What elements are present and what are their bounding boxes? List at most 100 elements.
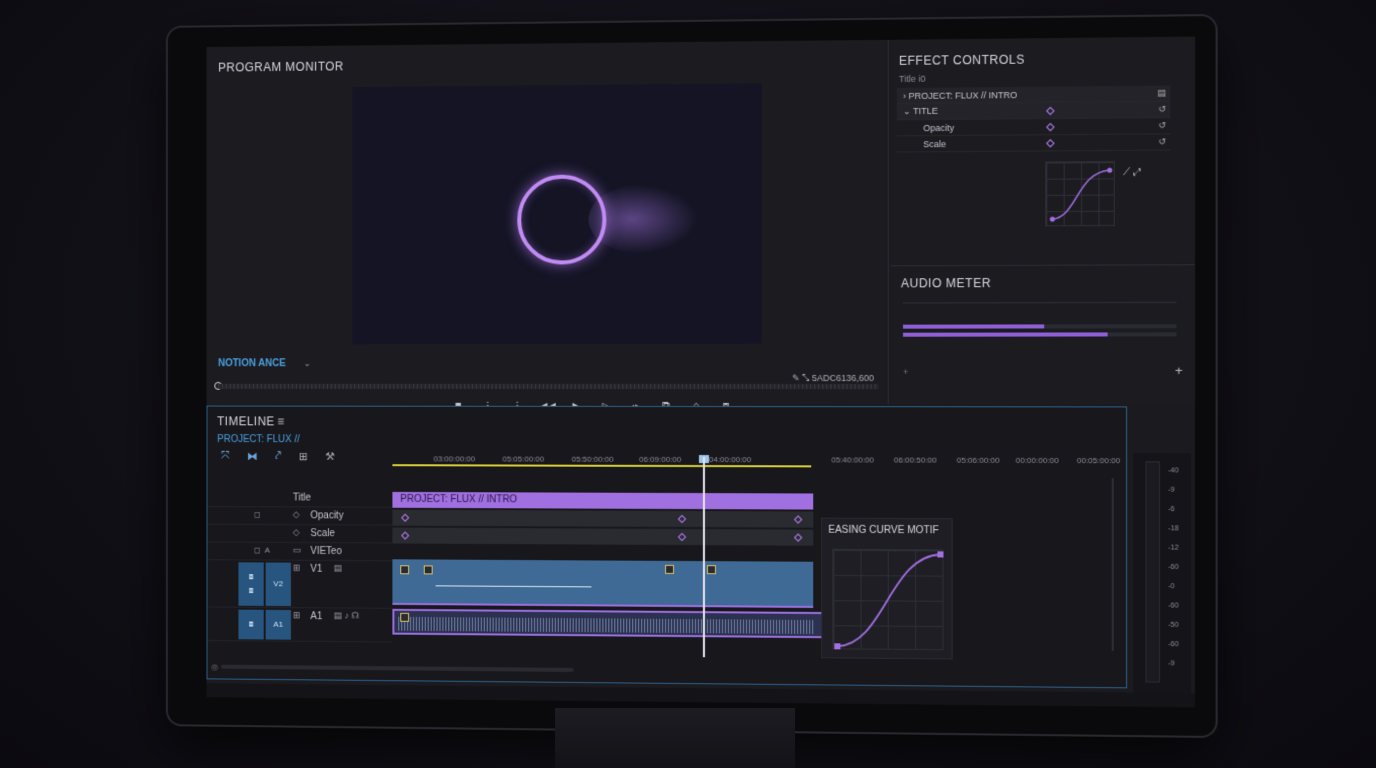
timecode-readout: ✎ ⤡ 5ADC6136,600	[792, 373, 874, 384]
clip-marker[interactable]	[424, 565, 433, 574]
keyframe-icon[interactable]	[401, 531, 409, 539]
horizontal-scrollbar[interactable]	[221, 665, 574, 672]
playhead[interactable]	[703, 457, 705, 657]
audio-meter-panel: AUDIO METER + +	[891, 264, 1195, 404]
track-label: A1	[310, 611, 322, 622]
expand-icon[interactable]: ⤢	[1133, 167, 1141, 178]
ruler-tick: 00:00:00:00	[1016, 456, 1059, 465]
scale-keyframe-lane[interactable]	[392, 528, 813, 546]
track-header-scale: ◇ Scale	[207, 525, 392, 544]
zoom-handle-icon[interactable]: ◎	[211, 663, 218, 672]
curve-tools: ⟋ ⤢	[1123, 167, 1141, 178]
level-tick: -9	[1168, 481, 1178, 500]
level-ticks: -40 -9 -6 -18 -12 -60 -0 -60 -50 -60 -9	[1168, 461, 1178, 673]
ruler-tick: 05:06:00:00	[957, 456, 1000, 465]
clip-marker[interactable]	[665, 565, 674, 574]
level-tick: -50	[1168, 616, 1178, 635]
keyframe-icon[interactable]	[794, 533, 803, 542]
level-tick: -9	[1168, 654, 1178, 673]
keyframe-icon[interactable]	[401, 514, 409, 522]
opacity-keyframe-lane[interactable]	[392, 510, 813, 528]
settings-icon[interactable]: ✎ ⤡	[792, 373, 809, 383]
clip-marker[interactable]	[707, 565, 716, 574]
level-tick: -40	[1168, 461, 1178, 480]
chevron-down-icon[interactable]: ⌄	[304, 358, 311, 369]
easing-curve	[833, 550, 944, 651]
track-headers: Title ◻ ◇ Opacity ◇ Scale ◻ A ▭ VIETeo ⧇…	[207, 489, 392, 642]
timeline-project-name: PROJECT: FLUX //	[217, 434, 300, 445]
motion-dropdown-label[interactable]: NOTION ANCE	[218, 358, 286, 369]
minus-icon[interactable]: +	[903, 367, 908, 377]
video-viewer[interactable]	[352, 83, 762, 344]
source-patch-v1[interactable]: ⧇ ⧇	[238, 562, 263, 606]
lock-icon[interactable]: ◻	[254, 510, 260, 519]
level-meter-bar	[1146, 461, 1160, 682]
easing-curve-panel: EASING CURVE MOTIF	[821, 518, 952, 660]
meter-level-left	[903, 324, 1045, 328]
scrub-bar[interactable]	[218, 384, 879, 389]
target-v2[interactable]: V2	[266, 562, 291, 606]
level-tick: -0	[1168, 577, 1178, 596]
sync-lock-icon[interactable]: ⊞	[293, 610, 300, 621]
reset-icon[interactable]: ↺	[1158, 104, 1166, 115]
reset-icon[interactable]: ↺	[1158, 120, 1166, 131]
track-header-title: Title	[207, 489, 392, 508]
add-marker-icon[interactable]: ⤤	[275, 450, 281, 463]
keyframe-icon[interactable]	[1046, 107, 1055, 116]
track-label: Title	[293, 493, 311, 504]
chat-bubble-icon[interactable]: ▢	[208, 703, 218, 707]
title-clip[interactable]: PROJECT: FLUX // INTRO	[392, 492, 813, 510]
video-clip-v1[interactable]	[392, 559, 813, 608]
clip-marker[interactable]	[400, 613, 409, 622]
track-header-a1: ⧇ A1 ⊞ A1 ▤ ♪ ☊	[207, 607, 392, 642]
meter-level-right	[903, 332, 1108, 336]
ruler-tick: 06:00:50:00	[894, 456, 937, 465]
keyframe-icon[interactable]	[1046, 139, 1055, 148]
settings-icon[interactable]: ⊞	[299, 450, 308, 463]
track-header-v1: ⧇ ⧇ V2 ⊞ V1 ▤	[207, 560, 392, 609]
film-icon[interactable]: ▭	[293, 545, 301, 556]
program-monitor-title: PROGRAM MONITOR	[218, 59, 344, 74]
pen-icon[interactable]: ⟋	[1123, 167, 1130, 178]
snap-icon[interactable]: ⤧	[221, 450, 230, 463]
track-label: VIETeo	[310, 546, 341, 557]
keyframe-icon[interactable]	[1046, 123, 1055, 132]
linked-selection-icon[interactable]: ⧓	[247, 450, 258, 463]
level-tick: -60	[1168, 596, 1178, 615]
add-button-icon[interactable]: +	[1175, 363, 1183, 378]
vertical-scrollbar[interactable]	[1112, 478, 1114, 650]
sync-lock-icon[interactable]: ⊞	[293, 563, 300, 574]
keyframe-icon[interactable]	[794, 515, 803, 524]
ruler-tick: 04:00:00:00	[709, 455, 751, 464]
easing-graph[interactable]	[832, 549, 943, 650]
menu-icon[interactable]: ≡	[277, 414, 284, 428]
timeline-tools: ⤧ ⧓ ⤤ ⊞ ⚒	[221, 450, 335, 463]
track-label: Scale	[310, 528, 334, 539]
lock-icon[interactable]: ◻ A	[254, 546, 270, 555]
keyframe-icon[interactable]	[678, 515, 686, 523]
time-ruler[interactable]: 03:00:00:00 05:05:00:00 05:50:00:00 06:0…	[392, 454, 1124, 470]
wrench-icon[interactable]: ⚒	[325, 450, 335, 463]
keyframe-icon[interactable]: ◇	[293, 509, 300, 520]
mini-easing-graph[interactable]	[1045, 161, 1115, 226]
effect-controls-panel: EFFECT CONTROLS Title i0 › PROJECT: FLUX…	[891, 37, 1195, 264]
fx-row-scale[interactable]: Scale ↺	[897, 134, 1170, 152]
audio-waveform	[398, 617, 815, 634]
ruler-tick: 06:09:00:00	[639, 455, 681, 464]
mute-icon[interactable]: ▤ ♪ ☊	[334, 610, 359, 621]
level-tick: -6	[1168, 500, 1178, 519]
reset-icon[interactable]: ↺	[1158, 136, 1166, 147]
folder-icon[interactable]: ▤	[1157, 88, 1166, 99]
source-patch-a1[interactable]: ⧇	[238, 610, 263, 640]
effect-controls-title: EFFECT CONTROLS	[899, 53, 1025, 68]
keyframe-icon[interactable]	[678, 533, 686, 541]
ruler-tick: 00:05:00:00	[1077, 456, 1120, 465]
clip-marker[interactable]	[400, 565, 409, 574]
effect-rows: › PROJECT: FLUX // INTRO ▤ ⌄ TITLE ↺ Opa…	[897, 86, 1170, 153]
level-meter: -40 -9 -6 -18 -12 -60 -0 -60 -50 -60 -9	[1133, 453, 1191, 697]
target-a1[interactable]: A1	[266, 610, 291, 640]
audio-clip-a1[interactable]	[392, 609, 823, 638]
keyframe-icon[interactable]: ◇	[293, 527, 300, 538]
meter-divider	[903, 302, 1176, 304]
toggle-output-icon[interactable]: ▤	[334, 563, 342, 574]
